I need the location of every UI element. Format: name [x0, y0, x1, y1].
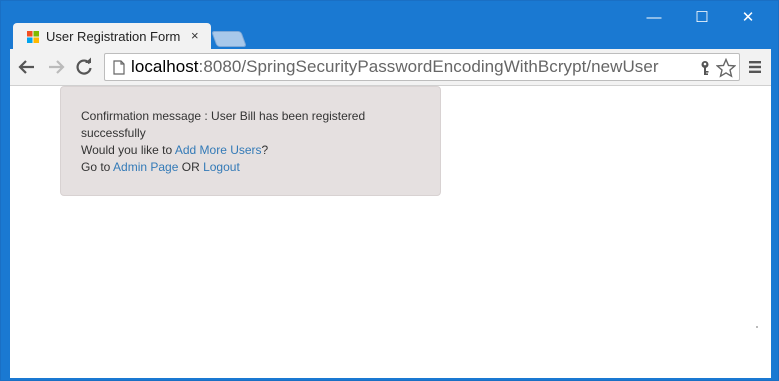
browser-window: User Registration Form × — ☐ ✕ localhost…	[0, 0, 779, 381]
forward-arrow-icon[interactable]	[46, 57, 66, 77]
stray-dot	[756, 326, 758, 328]
url-host: localhost	[131, 57, 199, 76]
add-more-line: Would you like to Add More Users?	[81, 142, 420, 159]
star-icon[interactable]	[716, 58, 736, 78]
reload-icon[interactable]	[74, 57, 94, 77]
url-path: :8080/SpringSecurityPasswordEncodingWith…	[198, 57, 659, 76]
question-mark: ?	[261, 143, 269, 157]
back-arrow-icon[interactable]	[17, 57, 37, 77]
hamburger-menu-icon[interactable]	[747, 59, 763, 75]
address-bar[interactable]: localhost:8080/SpringSecurityPasswordEnc…	[104, 53, 740, 81]
new-tab-button[interactable]	[211, 31, 247, 47]
admin-page-link[interactable]: Admin Page	[113, 160, 178, 174]
page-icon	[113, 60, 125, 75]
page-content: Confirmation message : User Bill has bee…	[10, 86, 771, 378]
tab-close-icon[interactable]: ×	[191, 29, 199, 43]
confirmation-panel: Confirmation message : User Bill has bee…	[60, 86, 441, 196]
confirmation-message: Confirmation message : User Bill has bee…	[81, 109, 366, 140]
tab-user-registration-form[interactable]: User Registration Form ×	[13, 23, 211, 49]
close-window-button[interactable]: ✕	[736, 7, 760, 29]
tab-title: User Registration Form	[46, 29, 181, 44]
would-you-text: Would you like to	[81, 143, 175, 157]
url-text: localhost:8080/SpringSecurityPasswordEnc…	[131, 57, 659, 77]
browser-toolbar: localhost:8080/SpringSecurityPasswordEnc…	[10, 49, 771, 86]
or-text: OR	[178, 160, 204, 174]
goto-line: Go to Admin Page OR Logout	[81, 159, 420, 176]
minimize-button[interactable]: —	[642, 7, 666, 29]
add-more-users-link[interactable]: Add More Users	[175, 143, 262, 157]
windows-logo-icon	[27, 31, 39, 43]
logout-link[interactable]: Logout	[203, 160, 240, 174]
maximize-button[interactable]: ☐	[690, 7, 714, 29]
key-icon[interactable]	[698, 60, 712, 76]
goto-text: Go to	[81, 160, 114, 174]
